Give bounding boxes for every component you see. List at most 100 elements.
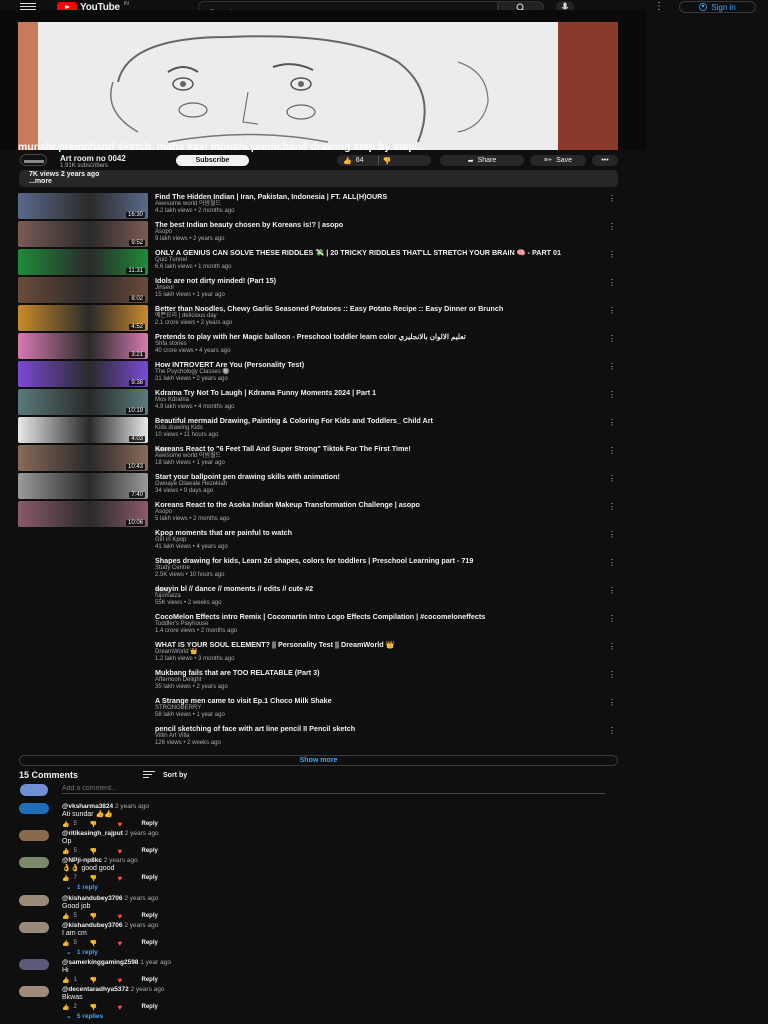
channel-name[interactable]: Art room no 0042 xyxy=(60,154,126,163)
more-options-icon[interactable]: ⋮ xyxy=(608,278,616,287)
reply-button[interactable]: Reply xyxy=(141,913,157,919)
commenter-avatar[interactable] xyxy=(19,857,49,868)
recommendation-item[interactable]: 11:31 ONLY A GENIUS CAN SOLVE THESE RIDDL… xyxy=(18,249,618,277)
more-options-icon[interactable]: ⋮ xyxy=(608,418,616,427)
video-player[interactable] xyxy=(0,10,646,150)
comment-time[interactable]: 2 years ago xyxy=(124,895,158,902)
more-options-icon[interactable]: ⋮ xyxy=(608,726,616,735)
video-title[interactable]: douyin bl // dance // moments // edits /… xyxy=(155,585,600,593)
like-icon[interactable]: 👍 xyxy=(62,1004,69,1011)
dislike-icon[interactable]: 👎 xyxy=(89,875,117,882)
subscribe-button[interactable]: Subscribe xyxy=(176,155,249,166)
video-thumbnail[interactable]: 11:31 xyxy=(18,249,148,275)
show-more-button[interactable]: Show more xyxy=(19,755,618,766)
more-options-icon[interactable]: ⋮ xyxy=(608,390,616,399)
comment-author[interactable]: @NPji-np8kc xyxy=(62,857,102,864)
reply-button[interactable]: Reply xyxy=(141,977,157,983)
more-options-icon[interactable]: ⋮ xyxy=(608,586,616,595)
video-title[interactable]: Start your ballpoint pen drawing skills … xyxy=(155,473,600,481)
video-thumbnail[interactable] xyxy=(18,697,148,723)
video-thumbnail[interactable]: 4:03 xyxy=(18,417,148,443)
video-title[interactable]: Koreans React to the Asoka Indian Makeup… xyxy=(155,501,600,509)
video-thumbnail[interactable]: 10:43 xyxy=(18,445,148,471)
like-icon[interactable]: 👍 xyxy=(62,875,69,882)
like-icon[interactable]: 👍 xyxy=(62,913,69,920)
description-more-link[interactable]: ...more xyxy=(29,178,608,185)
dislike-icon[interactable]: 👎 xyxy=(89,821,117,828)
video-thumbnail[interactable]: 9:52 xyxy=(18,221,148,247)
video-title[interactable]: pencil sketching of face with art line p… xyxy=(155,725,600,733)
video-thumbnail[interactable]: 9:38 xyxy=(18,361,148,387)
more-options-icon[interactable]: ⋮ xyxy=(608,334,616,343)
like-icon[interactable]: 👍 xyxy=(62,940,69,947)
video-title[interactable]: WHAT IS YOUR SOUL ELEMENT? || Personalit… xyxy=(155,641,600,649)
comment-author[interactable]: @kishandubey3706 xyxy=(62,922,123,929)
more-options-icon[interactable]: ⋮ xyxy=(608,474,616,483)
recommendation-item[interactable]: Shapes drawing for kids, Learn 2d shapes… xyxy=(18,557,618,593)
recommendation-item[interactable]: WHAT IS YOUR SOUL ELEMENT? || Personalit… xyxy=(18,641,618,669)
commenter-avatar[interactable] xyxy=(19,959,49,970)
dislike-icon[interactable]: 👎 xyxy=(89,977,117,984)
sort-by-button[interactable]: Sort by xyxy=(143,771,187,780)
more-options-icon[interactable]: ⋮ xyxy=(608,250,616,259)
comment-author[interactable]: @vksharma3824 xyxy=(62,803,113,810)
description-box[interactable]: 7K views 2 years ago ...more xyxy=(19,170,618,187)
recommendation-item[interactable]: A Strange men came to visit Ep.1 Choco M… xyxy=(18,697,618,725)
video-thumbnail[interactable]: 8:02 xyxy=(18,277,148,303)
comment-time[interactable]: 2 years ago xyxy=(104,857,138,864)
commenter-avatar[interactable] xyxy=(19,830,49,841)
video-thumbnail[interactable]: 3:21 xyxy=(18,333,148,359)
recommendation-item[interactable]: pencil sketching of face with art line p… xyxy=(18,725,618,753)
more-options-icon[interactable]: ⋮ xyxy=(608,642,616,651)
recommendation-item[interactable]: 7:40 Start your ballpoint pen drawing ski… xyxy=(18,473,618,501)
more-options-icon[interactable]: ⋮ xyxy=(608,614,616,623)
recommendation-item[interactable]: Mukbang fails that are TOO RELATABLE (Pa… xyxy=(18,669,618,697)
reply-button[interactable]: Reply xyxy=(141,848,157,854)
view-replies-button[interactable]: ⌄ 5 replies xyxy=(66,1012,602,1021)
recommendation-item[interactable]: 4:03 Beautiful mermaid Drawing, Painting … xyxy=(18,417,618,453)
video-thumbnail[interactable] xyxy=(18,557,148,583)
video-title[interactable]: A Strange men came to visit Ep.1 Choco M… xyxy=(155,697,600,705)
video-thumbnail[interactable]: 7:40 xyxy=(18,473,148,499)
video-title[interactable]: Shapes drawing for kids, Learn 2d shapes… xyxy=(155,557,600,565)
more-options-icon[interactable]: ⋮ xyxy=(608,362,616,371)
comment-author[interactable]: @samerkinggaming2598 xyxy=(62,959,138,966)
more-actions-button[interactable]: ••• xyxy=(592,155,618,166)
recommendation-item[interactable]: Kpop moments that are painful to watch Gi… xyxy=(18,529,618,557)
recommendation-item[interactable]: 10:06 Koreans React to the Asoka Indian M… xyxy=(18,501,618,529)
comment-time[interactable]: 1 year ago xyxy=(140,959,171,966)
recommendation-item[interactable]: 16:30 Find The Hidden Indian | Iran, Paki… xyxy=(18,193,618,221)
video-thumbnail[interactable] xyxy=(18,725,148,751)
add-comment-input[interactable] xyxy=(62,784,605,794)
video-thumbnail[interactable] xyxy=(18,669,148,695)
like-icon[interactable]: 👍 xyxy=(62,821,69,828)
more-options-icon[interactable]: ⋮ xyxy=(608,558,616,567)
reply-button[interactable]: Reply xyxy=(141,875,157,881)
comment-author[interactable]: @decentaradhya5372 xyxy=(62,986,129,993)
like-count[interactable]: 64 xyxy=(356,157,364,164)
sign-in-button[interactable]: Sign in xyxy=(679,1,756,13)
more-options-icon[interactable]: ⋮ xyxy=(608,698,616,707)
recommendation-item[interactable]: 9:52 The best Indian beauty chosen by Kor… xyxy=(18,221,618,249)
recommendation-item[interactable]: 9:38 How INTROVERT Are You (Personality T… xyxy=(18,361,618,389)
dislike-icon[interactable]: 👎 xyxy=(383,157,392,165)
comment-time[interactable]: 2 years ago xyxy=(124,922,158,929)
video-title[interactable]: Mukbang fails that are TOO RELATABLE (Pa… xyxy=(155,669,600,677)
video-title[interactable]: How INTROVERT Are You (Personality Test) xyxy=(155,361,600,369)
reply-button[interactable]: Reply xyxy=(141,940,157,946)
recommendation-item[interactable]: 10:43 Koreans React to "6 Feet Tall And S… xyxy=(18,445,618,473)
video-title[interactable]: Pretends to play with her Magic balloon … xyxy=(155,333,600,341)
like-icon[interactable]: 👍 xyxy=(343,157,352,165)
video-title[interactable]: CocoMelon Effects intro Remix | Cocomart… xyxy=(155,613,600,621)
comment-time[interactable]: 2 years ago xyxy=(115,803,149,810)
video-title[interactable]: Kpop moments that are painful to watch xyxy=(155,529,600,537)
channel-avatar[interactable] xyxy=(20,154,47,166)
commenter-avatar[interactable] xyxy=(19,895,49,906)
dislike-icon[interactable]: 👎 xyxy=(89,913,117,920)
recommendation-item[interactable]: 10:19 Kdrama Try Not To Laugh | Kdrama Fu… xyxy=(18,389,618,417)
commenter-avatar[interactable] xyxy=(19,986,49,997)
comment-author[interactable]: @ritikasingh_rajput xyxy=(62,830,123,837)
like-icon[interactable]: 👍 xyxy=(62,848,69,855)
more-options-icon[interactable]: ⋮ xyxy=(654,1,664,12)
video-title[interactable]: Find The Hidden Indian | Iran, Pakistan,… xyxy=(155,193,600,201)
